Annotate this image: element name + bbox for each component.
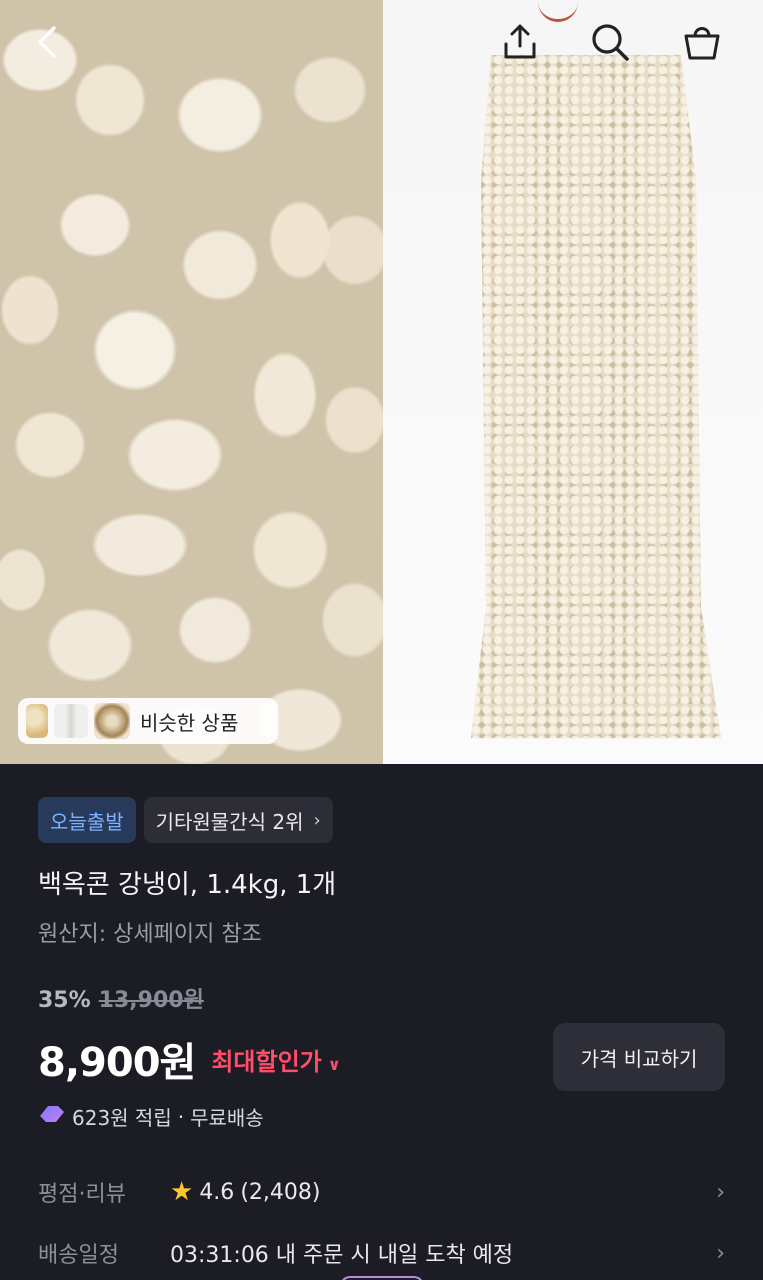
star-icon: ★ xyxy=(170,1177,194,1207)
original-price: 13,900원 xyxy=(98,988,204,1013)
rating-score: 4.6 xyxy=(199,1179,235,1205)
chevron-right-icon: › xyxy=(716,1179,725,1205)
partial-element-peek xyxy=(340,1276,424,1280)
delivery-schedule-row[interactable]: 배송일정 03:31:06 내 주문 시 내일 도착 예정 › xyxy=(38,1237,725,1269)
product-image-carousel[interactable]: 비슷한 상품 xyxy=(0,0,763,764)
cart-button[interactable] xyxy=(678,18,726,66)
shipping-fee: 무료배송 xyxy=(190,1106,264,1130)
compare-price-label: 가격 비교하기 xyxy=(580,1046,698,1071)
back-button[interactable] xyxy=(24,18,72,66)
similar-products-button[interactable]: 비슷한 상품 xyxy=(18,698,278,744)
bag-tie xyxy=(538,0,578,22)
product-info-panel: 오늘출발 기타원물간식 2위 › 백옥콘 강냉이, 1.4kg, 1개 원산지:… xyxy=(0,764,763,1280)
discount-rate: 35% xyxy=(38,988,91,1013)
today-departure-badge: 오늘출발 xyxy=(38,797,136,843)
compare-price-button[interactable]: 가격 비교하기 xyxy=(553,1023,725,1091)
max-discount-label: 최대할인가 xyxy=(211,1047,322,1076)
badge-row: 오늘출발 기타원물간식 2위 › xyxy=(38,797,333,843)
product-origin: 원산지: 상세페이지 참조 xyxy=(38,922,262,947)
product-bag-image xyxy=(383,0,763,764)
category-rank-label: 기타원물간식 2위 xyxy=(155,809,304,834)
today-departure-label: 오늘출발 xyxy=(50,809,124,834)
separator: · xyxy=(177,1104,185,1129)
points-row: 623원 적립 · 무료배송 xyxy=(38,1102,264,1131)
share-button[interactable] xyxy=(496,18,544,66)
chevron-right-icon: › xyxy=(313,809,321,831)
rating-label: 평점·리뷰 xyxy=(38,1182,126,1207)
cart-icon xyxy=(681,21,723,63)
price-row: 8,900원 최대할인가 ∨ xyxy=(38,1030,341,1088)
max-discount-toggle[interactable]: 최대할인가 ∨ xyxy=(211,1042,340,1077)
rating-review-row[interactable]: 평점·리뷰 ★ 4.6 (2,408) › xyxy=(38,1176,725,1208)
similar-thumb-1 xyxy=(26,704,48,738)
bag-of-corn-puffs xyxy=(471,55,721,739)
delivery-label: 배송일정 xyxy=(38,1243,119,1268)
points-icon xyxy=(38,1103,66,1130)
discount-row: 35% 13,900원 xyxy=(38,982,204,1014)
back-icon xyxy=(34,24,62,60)
category-rank-badge[interactable]: 기타원물간식 2위 › xyxy=(143,797,333,843)
chevron-right-icon: › xyxy=(716,1240,725,1266)
product-title: 백옥콘 강냉이, 1.4kg, 1개 xyxy=(38,870,337,900)
sale-price: 8,900원 xyxy=(38,1040,196,1086)
product-closeup-image xyxy=(0,0,383,764)
points-amount: 623원 적립 xyxy=(72,1106,172,1130)
chevron-down-icon: ∨ xyxy=(327,1054,341,1074)
similar-thumb-2 xyxy=(54,704,88,738)
search-button[interactable] xyxy=(586,18,634,66)
review-count: (2,408) xyxy=(240,1179,321,1205)
similar-thumb-3 xyxy=(94,703,130,739)
delivery-text: 03:31:06 내 주문 시 내일 도착 예정 xyxy=(170,1243,514,1268)
share-icon xyxy=(500,22,540,62)
rating-value: ★ 4.6 (2,408) xyxy=(170,1177,320,1207)
search-icon xyxy=(589,21,631,63)
similar-products-label: 비슷한 상품 xyxy=(140,710,239,735)
